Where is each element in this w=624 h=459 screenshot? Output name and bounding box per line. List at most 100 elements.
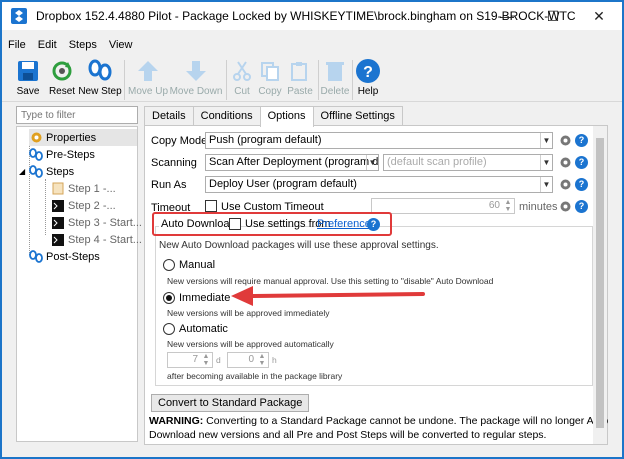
tab-offline-settings[interactable]: Offline Settings: [312, 106, 403, 126]
gear-icon[interactable]: [559, 134, 572, 147]
use-preferences-checkbox[interactable]: [229, 218, 241, 230]
auto-download-label: Auto Download: [159, 218, 238, 230]
timeout-unit: minutes: [519, 201, 558, 213]
save-icon: [18, 61, 38, 81]
tree-item-step-2[interactable]: Step 2 -...: [51, 197, 116, 214]
warning-line-1: WARNING: Converting to a Standard Packag…: [149, 415, 609, 427]
warning-label: WARNING:: [149, 415, 204, 427]
run-as-label: Run As: [151, 179, 187, 191]
menu-view[interactable]: View: [103, 36, 139, 54]
help-icon[interactable]: ?: [575, 200, 588, 213]
custom-timeout-checkbox[interactable]: [205, 200, 217, 212]
tab-conditions[interactable]: Conditions: [192, 106, 261, 126]
menu-bar: File Edit Steps View: [2, 36, 622, 54]
footprints-icon: [29, 148, 43, 161]
help-icon[interactable]: ?: [575, 178, 588, 191]
tree-item-properties[interactable]: Properties: [29, 129, 137, 146]
automatic-radio[interactable]: [163, 323, 175, 335]
chevron-down-icon: ▼: [540, 133, 552, 148]
stepper-arrows-icon[interactable]: ▲ ▼: [257, 353, 267, 367]
move-up-button[interactable]: Move Up: [128, 56, 168, 102]
tree-item-post-steps[interactable]: Post-Steps: [29, 248, 100, 265]
tree-item-step-4[interactable]: Step 4 - Start...: [51, 231, 142, 248]
days-unit: d: [216, 355, 221, 365]
filter-input[interactable]: [16, 106, 138, 124]
delete-button[interactable]: Delete: [320, 56, 350, 102]
gear-icon[interactable]: [559, 156, 572, 169]
immediate-description: New versions will be approved immediatel…: [167, 308, 330, 318]
automatic-description: New versions will be approved automatica…: [167, 339, 334, 349]
footprints-icon: [88, 59, 112, 81]
copy-mode-select[interactable]: Push (program default) ▼: [205, 132, 553, 149]
scrollbar-thumb[interactable]: [596, 138, 604, 428]
menu-steps[interactable]: Steps: [63, 36, 103, 54]
arrow-up-icon: [138, 61, 158, 81]
file-icon: [52, 182, 64, 195]
stepper-arrows-icon[interactable]: ▲ ▼: [503, 199, 513, 213]
navigation-panel: Properties Pre-Steps ◢ Steps Step 1 -...…: [16, 106, 142, 442]
scan-profile-select[interactable]: (default scan profile) ▼: [383, 154, 553, 171]
arrow-down-icon: [186, 61, 206, 81]
terminal-icon: [52, 216, 64, 229]
convert-to-standard-button[interactable]: Convert to Standard Package: [151, 394, 310, 412]
days-stepper[interactable]: 7 ▲ ▼: [167, 352, 213, 368]
tree-item-step-3[interactable]: Step 3 - Start...: [51, 214, 142, 231]
save-button[interactable]: Save: [12, 56, 44, 102]
minimize-button[interactable]: —: [484, 2, 530, 30]
tree-item-step-1[interactable]: Step 1 -...: [51, 180, 116, 197]
chevron-down-icon: ▼: [366, 155, 378, 170]
reset-button[interactable]: Reset: [46, 56, 78, 102]
paste-button[interactable]: Paste: [286, 56, 314, 102]
tab-details[interactable]: Details: [144, 106, 194, 126]
terminal-icon: [52, 233, 64, 246]
help-icon[interactable]: ?: [575, 156, 588, 169]
gear-icon[interactable]: [559, 200, 572, 213]
copy-button[interactable]: Copy: [256, 56, 284, 102]
immediate-label: Immediate: [179, 292, 231, 304]
options-panel: Copy Mode Push (program default) ▼ ? Sca…: [144, 125, 608, 445]
chevron-down-icon: ▼: [540, 177, 552, 192]
scissors-icon: [233, 61, 251, 81]
maximize-button[interactable]: ☐: [530, 2, 576, 30]
tab-strip: Details Conditions Options Offline Setti…: [144, 106, 403, 127]
options-scrollbar[interactable]: [593, 126, 607, 444]
collapse-icon[interactable]: ◢: [19, 167, 29, 176]
chevron-down-icon: ▼: [540, 155, 552, 170]
title-bar: Dropbox 152.4.4880 Pilot - Package Locke…: [2, 2, 622, 30]
cut-button[interactable]: Cut: [230, 56, 254, 102]
gear-icon[interactable]: [559, 178, 572, 191]
hours-unit: h: [272, 355, 277, 365]
manual-label: Manual: [179, 259, 216, 271]
timeout-stepper[interactable]: 60 ▲ ▼: [371, 198, 515, 214]
close-button[interactable]: ✕: [576, 2, 622, 30]
menu-file[interactable]: File: [2, 36, 32, 54]
run-as-select[interactable]: Deploy User (program default) ▼: [205, 176, 553, 193]
move-down-button[interactable]: Move Down: [170, 56, 222, 102]
svg-text:?: ?: [363, 64, 373, 81]
toolbar: Save Reset New Step Move Up Move Down Cu…: [2, 56, 622, 102]
scanning-select[interactable]: Scan After Deployment (program d... ▼: [205, 154, 379, 171]
new-step-button[interactable]: New Step: [78, 56, 122, 102]
reset-icon: [52, 61, 72, 81]
gear-icon: [31, 132, 41, 143]
copy-mode-label: Copy Mode: [151, 135, 208, 147]
help-icon[interactable]: ?: [575, 134, 588, 147]
immediate-radio[interactable]: [163, 292, 175, 304]
tab-options[interactable]: Options: [259, 106, 314, 127]
approval-intro-text: New Auto Download packages will use thes…: [159, 240, 439, 251]
stepper-arrows-icon[interactable]: ▲ ▼: [201, 353, 211, 367]
tree-item-steps[interactable]: ◢ Steps: [19, 163, 74, 180]
copy-icon: [261, 62, 279, 81]
menu-edit[interactable]: Edit: [32, 36, 63, 54]
help-icon[interactable]: ?: [367, 218, 380, 231]
after-available-text: after becoming available in the package …: [167, 371, 343, 381]
help-icon: ?: [356, 59, 380, 83]
app-logo-icon: [11, 8, 27, 24]
hours-stepper[interactable]: 0 ▲ ▼: [227, 352, 269, 368]
footprints-icon: [29, 165, 43, 178]
help-button[interactable]: ? Help: [354, 56, 382, 102]
manual-radio[interactable]: [163, 259, 175, 271]
terminal-icon: [52, 199, 64, 212]
step-tree: Properties Pre-Steps ◢ Steps Step 1 -...…: [16, 126, 142, 442]
tree-item-pre-steps[interactable]: Pre-Steps: [29, 146, 95, 163]
